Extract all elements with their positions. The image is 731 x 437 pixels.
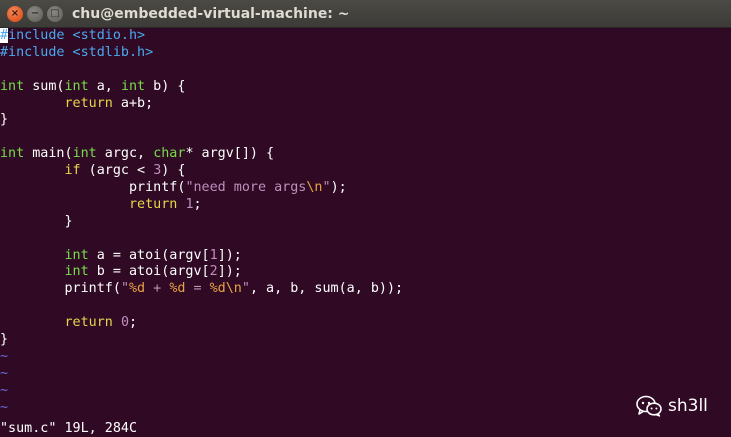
code-line: int sum(int a, int b) { <box>0 79 731 96</box>
minimize-icon: − <box>30 8 40 19</box>
terminal-window: × − □ chu@embedded-virtual-machine: ~ #i… <box>0 0 731 437</box>
code-token: return <box>129 196 178 212</box>
code-token: char <box>153 146 186 162</box>
watermark-text: sh3ll <box>668 396 708 416</box>
code-token: ; <box>193 196 202 212</box>
code-line: } <box>0 332 731 349</box>
code-token: 1 <box>185 196 194 212</box>
code-token: " <box>120 281 129 297</box>
code-token: } <box>0 213 73 229</box>
empty-line-marker: ~ <box>0 348 9 364</box>
code-token: printf( <box>0 281 121 297</box>
code-line: printf("%d + %d = %d\n", a, b, sum(a, b)… <box>0 281 731 298</box>
code-token: \n <box>306 180 323 196</box>
code-line: } <box>0 214 731 231</box>
code-line: ~ <box>0 366 731 383</box>
code-token: return <box>64 315 113 331</box>
code-token: int <box>72 146 97 162</box>
code-token: printf( <box>0 180 186 196</box>
code-line: ~ <box>0 349 731 366</box>
code-line: #include <stdio.h> <box>0 28 731 45</box>
code-token: %d <box>129 281 146 297</box>
empty-line-marker: ~ <box>0 382 9 398</box>
code-token: 1 <box>209 247 218 263</box>
code-token: ]); <box>217 247 242 263</box>
code-token: %d <box>169 281 186 297</box>
code-token: argc, <box>96 146 154 162</box>
code-token: * argv[]) { <box>185 146 275 162</box>
vim-editor-area[interactable]: #include <stdio.h> #include <stdlib.h> in… <box>0 28 731 416</box>
code-token: ); <box>330 180 347 196</box>
minimize-button[interactable]: − <box>27 6 43 22</box>
code-token: int <box>0 78 25 94</box>
code-line: if (argc < 3) { <box>0 163 731 180</box>
vim-status-line: "sum.c" 19L, 284C <box>0 421 138 436</box>
code-token: int <box>64 247 89 263</box>
code-token: " <box>322 180 331 196</box>
empty-line-marker: ~ <box>0 365 9 381</box>
code-token: + <box>145 281 170 297</box>
code-token: ) { <box>161 163 186 179</box>
code-line: int b = atoi(argv[2]); <box>0 264 731 281</box>
code-token: int <box>64 264 89 280</box>
code-token: include <stdio.h> <box>8 28 146 43</box>
empty-line-marker: ~ <box>0 399 9 415</box>
maximize-icon: □ <box>50 8 60 19</box>
code-token: b) { <box>145 78 186 94</box>
code-token: return <box>64 95 113 111</box>
code-token: a, <box>88 78 121 94</box>
code-line: return a+b; <box>0 96 731 113</box>
maximize-button[interactable]: □ <box>47 6 63 22</box>
code-token: "need more args <box>185 180 307 196</box>
code-token: ; <box>129 315 138 331</box>
code-token: b = atoi(argv[ <box>88 264 210 280</box>
code-token: = <box>185 281 210 297</box>
code-token: ]); <box>217 264 242 280</box>
code-token: (argc < <box>80 163 154 179</box>
title-bar[interactable]: × − □ chu@embedded-virtual-machine: ~ <box>0 0 731 28</box>
code-token: #include <stdlib.h> <box>0 44 154 60</box>
wechat-icon <box>636 395 662 417</box>
code-token: int <box>120 78 146 94</box>
code-token: a+b; <box>112 95 154 111</box>
code-line: ~ <box>0 400 731 417</box>
code-token: 2 <box>209 264 218 280</box>
code-line: return 1; <box>0 197 731 214</box>
code-line: int main(int argc, char* argv[]) { <box>0 146 731 163</box>
code-token: %d\n <box>209 281 242 297</box>
code-token: " <box>241 281 250 297</box>
code-token: main( <box>24 146 73 162</box>
code-token: int <box>64 78 89 94</box>
close-button[interactable]: × <box>7 6 23 22</box>
close-icon: × <box>10 8 20 19</box>
code-token: 0 <box>120 315 129 331</box>
code-line: printf("need more args\n"); <box>0 180 731 197</box>
cursor-block: # <box>0 28 9 43</box>
code-token: sum( <box>24 78 65 94</box>
code-token: } <box>0 332 9 348</box>
code-line: #include <stdlib.h> <box>0 45 731 62</box>
code-token: a = atoi(argv[ <box>88 247 210 263</box>
code-line: int a = atoi(argv[1]); <box>0 248 731 265</box>
watermark: sh3ll <box>636 393 708 419</box>
code-token: int <box>0 146 25 162</box>
code-token: , a, b, sum(a, b)); <box>249 281 404 297</box>
window-title: chu@embedded-virtual-machine: ~ <box>72 6 350 22</box>
code-line: } <box>0 112 731 129</box>
code-token: } <box>0 112 9 128</box>
code-line: ~ <box>0 383 731 400</box>
code-token: if <box>64 163 81 179</box>
code-line: return 0; <box>0 315 731 332</box>
